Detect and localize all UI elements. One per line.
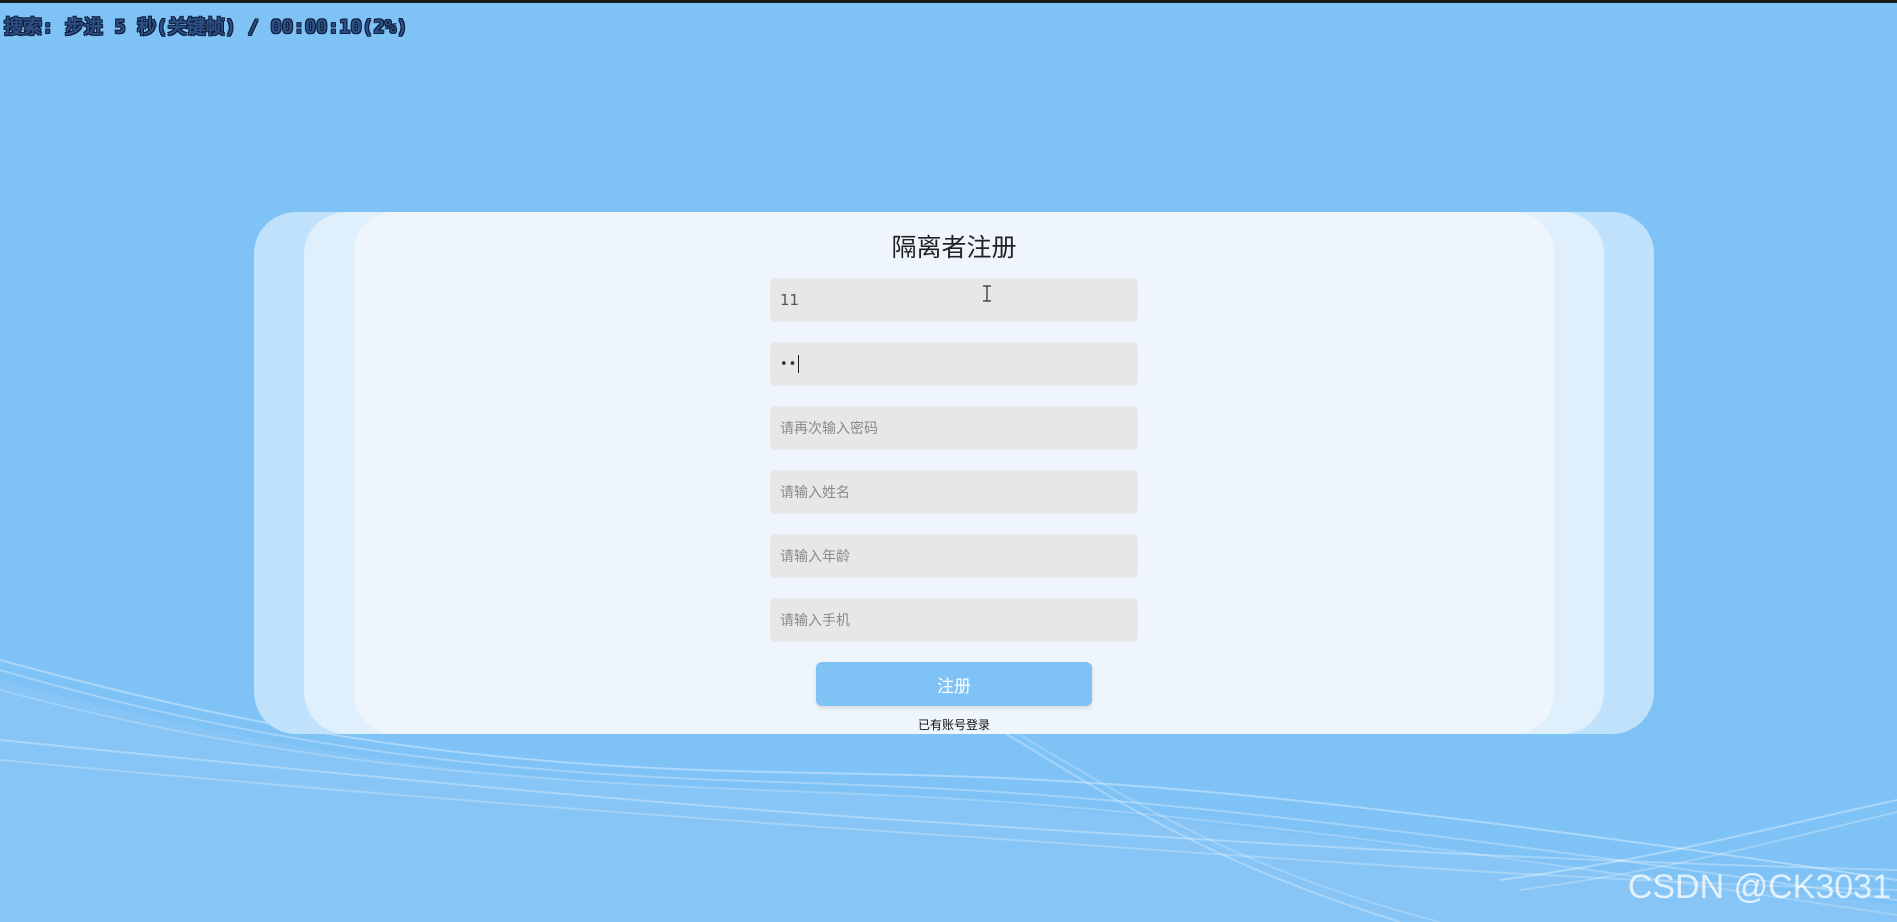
phone-placeholder: 请输入手机 [780, 613, 850, 629]
password-value: •• [780, 356, 798, 372]
confirm-password-input[interactable]: 请再次输入密码 [770, 406, 1138, 450]
register-button[interactable]: 注册 [816, 662, 1092, 706]
age-placeholder: 请输入年龄 [780, 549, 850, 565]
login-link[interactable]: 已有账号登录 [0, 716, 1897, 733]
text-cursor-icon [983, 285, 991, 302]
name-input[interactable]: 请输入姓名 [770, 470, 1138, 514]
playback-status-overlay: 搜索: 步进 5 秒(关键帧) / 00:00:10(2%) [4, 16, 408, 38]
text-caret [798, 355, 800, 373]
password-input[interactable]: •• [770, 342, 1138, 386]
age-input[interactable]: 请输入年龄 [770, 534, 1138, 578]
form-title: 隔离者注册 [891, 233, 1017, 262]
phone-input[interactable]: 请输入手机 [770, 598, 1138, 642]
csdn-watermark: CSDN @CK3031 [1627, 868, 1891, 906]
name-placeholder: 请输入姓名 [780, 485, 850, 501]
username-input[interactable]: 11 [770, 278, 1138, 322]
confirm-password-placeholder: 请再次输入密码 [780, 421, 878, 437]
username-value: 11 [780, 291, 800, 309]
